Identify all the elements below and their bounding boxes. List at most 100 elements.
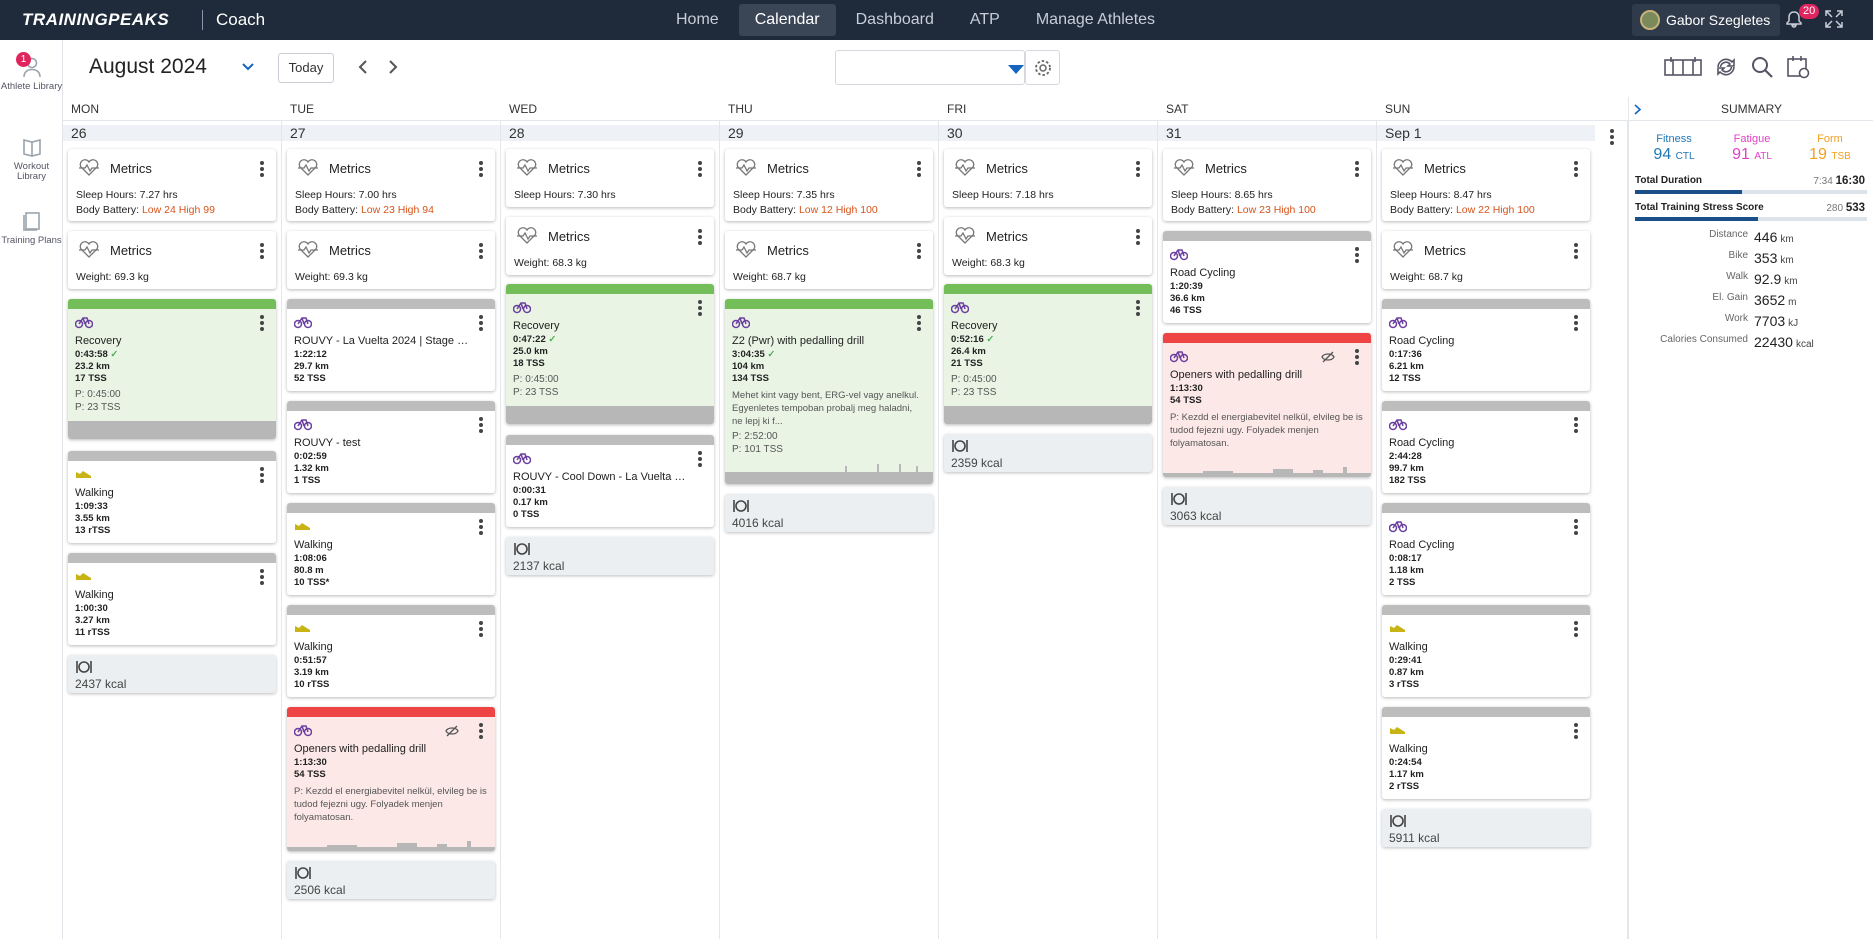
day-column-sun[interactable]: Sep 1 Metrics Sleep Hours: 8.47 hrs Body…	[1377, 121, 1628, 939]
more-options-icon[interactable]	[260, 243, 264, 259]
workout-card[interactable]: Recovery 0:43:58 ✓ 23.2 km 17 TSS P: 0:4…	[68, 299, 276, 439]
more-options-icon[interactable]	[479, 243, 483, 259]
fitness-metric[interactable]: Fitness 94 CTL	[1639, 133, 1709, 164]
nav-atp[interactable]: ATP	[954, 4, 1016, 36]
metrics-card[interactable]: Metrics Sleep Hours: 7.00 hrs Body Batte…	[287, 149, 495, 221]
nav-manage-athletes[interactable]: Manage Athletes	[1020, 4, 1171, 36]
workout-card[interactable]: Recovery 0:47:22 ✓ 25.0 km 18 TSS P: 0:4…	[506, 284, 714, 424]
brand-logo[interactable]: TRAININGPEAKS	[22, 10, 169, 30]
metrics-card[interactable]: Metrics Weight: 69.3 kg	[287, 231, 495, 289]
workout-card[interactable]: Walking 1:09:33 3.55 km 13 rTSS	[68, 451, 276, 543]
metrics-card[interactable]: Metrics Sleep Hours: 7.35 hrs Body Batte…	[725, 149, 933, 221]
week-view-icon[interactable]	[1663, 54, 1703, 80]
metrics-card[interactable]: Metrics Weight: 68.7 kg	[725, 231, 933, 289]
more-options-icon[interactable]	[917, 161, 921, 177]
workout-card[interactable]: Road Cycling 1:20:39 36.6 km 46 TSS	[1163, 231, 1371, 323]
more-options-icon[interactable]	[1574, 417, 1578, 433]
search-icon[interactable]	[1749, 54, 1775, 80]
metrics-card[interactable]: Metrics Weight: 68.3 kg	[944, 217, 1152, 275]
more-options-icon[interactable]	[479, 723, 483, 739]
metrics-card[interactable]: Metrics Sleep Hours: 8.65 hrs Body Batte…	[1163, 149, 1371, 221]
athlete-select[interactable]	[835, 50, 1025, 85]
more-options-icon[interactable]	[479, 161, 483, 177]
more-options-icon[interactable]	[1574, 161, 1578, 177]
workout-card[interactable]: Road Cycling 0:08:17 1.18 km 2 TSS	[1382, 503, 1590, 595]
week-options-icon[interactable]	[1610, 129, 1614, 145]
more-options-icon[interactable]	[917, 243, 921, 259]
sidebar-item-athlete-library[interactable]: 1 Athlete Library	[0, 52, 63, 92]
more-options-icon[interactable]	[479, 417, 483, 433]
workout-card[interactable]: Walking 0:29:41 0.87 km 3 rTSS	[1382, 605, 1590, 697]
more-options-icon[interactable]	[1355, 161, 1359, 177]
day-column-wed[interactable]: 28 Metrics Sleep Hours: 7.30 hrs Metrics…	[501, 121, 720, 939]
workout-card[interactable]: Walking 1:08:06 80.8 m 10 TSS*	[287, 503, 495, 595]
more-options-icon[interactable]	[1574, 519, 1578, 535]
today-button[interactable]: Today	[278, 53, 334, 83]
workout-card[interactable]: Walking 0:51:57 3.19 km 10 rTSS	[287, 605, 495, 697]
more-options-icon[interactable]	[479, 621, 483, 637]
more-options-icon[interactable]	[698, 300, 702, 316]
nutrition-card[interactable]: 4016 kcal	[725, 494, 933, 532]
nav-dashboard[interactable]: Dashboard	[840, 4, 950, 36]
more-options-icon[interactable]	[1574, 621, 1578, 637]
nutrition-card[interactable]: 3063 kcal	[1163, 487, 1371, 525]
nav-home[interactable]: Home	[660, 4, 735, 36]
more-options-icon[interactable]	[1355, 247, 1359, 263]
metrics-card[interactable]: Metrics Weight: 69.3 kg	[68, 231, 276, 289]
more-options-icon[interactable]	[1136, 161, 1140, 177]
more-options-icon[interactable]	[260, 467, 264, 483]
workout-card[interactable]: ROUVY - La Vuelta 2024 | Stage 10 - Pu..…	[287, 299, 495, 391]
planned-workout-card[interactable]: Openers with pedalling drill 1:13:30 54 …	[1163, 333, 1371, 477]
more-options-icon[interactable]	[698, 451, 702, 467]
metrics-card[interactable]: Metrics Weight: 68.7 kg	[1382, 231, 1590, 289]
metrics-card[interactable]: Metrics Sleep Hours: 7.18 hrs	[944, 149, 1152, 207]
workout-card[interactable]: Road Cycling 0:17:36 6.21 km 12 TSS	[1382, 299, 1590, 391]
month-title[interactable]: August 2024	[89, 55, 207, 79]
nutrition-card[interactable]: 5911 kcal	[1382, 809, 1590, 847]
more-options-icon[interactable]	[1136, 229, 1140, 245]
workout-card[interactable]: Z2 (Pwr) with pedalling drill 3:04:35 ✓ …	[725, 299, 933, 484]
more-options-icon[interactable]	[1355, 349, 1359, 365]
day-column-fri[interactable]: 30 Metrics Sleep Hours: 7.18 hrs Metrics…	[939, 121, 1158, 939]
day-column-tue[interactable]: 27 Metrics Sleep Hours: 7.00 hrs Body Ba…	[282, 121, 501, 939]
sidebar-item-workout-library[interactable]: Workout Library	[0, 136, 63, 182]
more-options-icon[interactable]	[1136, 300, 1140, 316]
more-options-icon[interactable]	[1574, 723, 1578, 739]
user-menu-button[interactable]: Gabor Szegletes	[1632, 4, 1780, 36]
more-options-icon[interactable]	[479, 315, 483, 331]
metrics-card[interactable]: Metrics Sleep Hours: 7.30 hrs	[506, 149, 714, 207]
fatigue-metric[interactable]: Fatigue 91 ATL	[1717, 133, 1787, 164]
hidden-eye-icon[interactable]	[445, 725, 459, 737]
metrics-card[interactable]: Metrics Sleep Hours: 7.27 hrs Body Batte…	[68, 149, 276, 221]
calendar-settings-button[interactable]	[1025, 50, 1060, 85]
workout-card[interactable]: Walking 1:00:30 3.27 km 11 rTSS	[68, 553, 276, 645]
day-column-thu[interactable]: 29 Metrics Sleep Hours: 7.35 hrs Body Ba…	[720, 121, 939, 939]
more-options-icon[interactable]	[698, 161, 702, 177]
nutrition-card[interactable]: 2437 kcal	[68, 655, 276, 693]
more-options-icon[interactable]	[1574, 243, 1578, 259]
metrics-card[interactable]: Metrics Weight: 68.3 kg	[506, 217, 714, 275]
more-options-icon[interactable]	[260, 569, 264, 585]
fullscreen-icon[interactable]	[1825, 10, 1843, 28]
workout-card[interactable]: ROUVY - test 0:02:59 1.32 km 1 TSS	[287, 401, 495, 493]
workout-card[interactable]: Walking 0:24:54 1.17 km 2 rTSS	[1382, 707, 1590, 799]
more-options-icon[interactable]	[698, 229, 702, 245]
more-options-icon[interactable]	[260, 315, 264, 331]
workout-card[interactable]: ROUVY - Cool Down - La Vuelta 2024 | ...…	[506, 435, 714, 527]
planned-workout-card[interactable]: Openers with pedalling drill 1:13:30 54 …	[287, 707, 495, 851]
workout-card[interactable]: Recovery 0:52:16 ✓ 26.4 km 21 TSS P: 0:4…	[944, 284, 1152, 424]
more-options-icon[interactable]	[917, 315, 921, 331]
metrics-card[interactable]: Metrics Sleep Hours: 8.47 hrs Body Batte…	[1382, 149, 1590, 221]
chevron-down-icon[interactable]	[241, 60, 255, 74]
calendar-settings-icon[interactable]	[1785, 54, 1811, 80]
chevron-right-icon[interactable]	[385, 58, 401, 76]
more-options-icon[interactable]	[1574, 315, 1578, 331]
refresh-icon[interactable]	[1713, 54, 1739, 80]
nav-calendar[interactable]: Calendar	[738, 4, 836, 36]
form-metric[interactable]: Form 19 TSB	[1795, 133, 1865, 164]
chevron-left-icon[interactable]	[355, 58, 371, 76]
nutrition-card[interactable]: 2359 kcal	[944, 434, 1152, 472]
nutrition-card[interactable]: 2506 kcal	[287, 861, 495, 899]
hidden-eye-icon[interactable]	[1321, 351, 1335, 363]
day-column-mon[interactable]: 26 Metrics Sleep Hours: 7.27 hrs Body Ba…	[63, 121, 282, 939]
